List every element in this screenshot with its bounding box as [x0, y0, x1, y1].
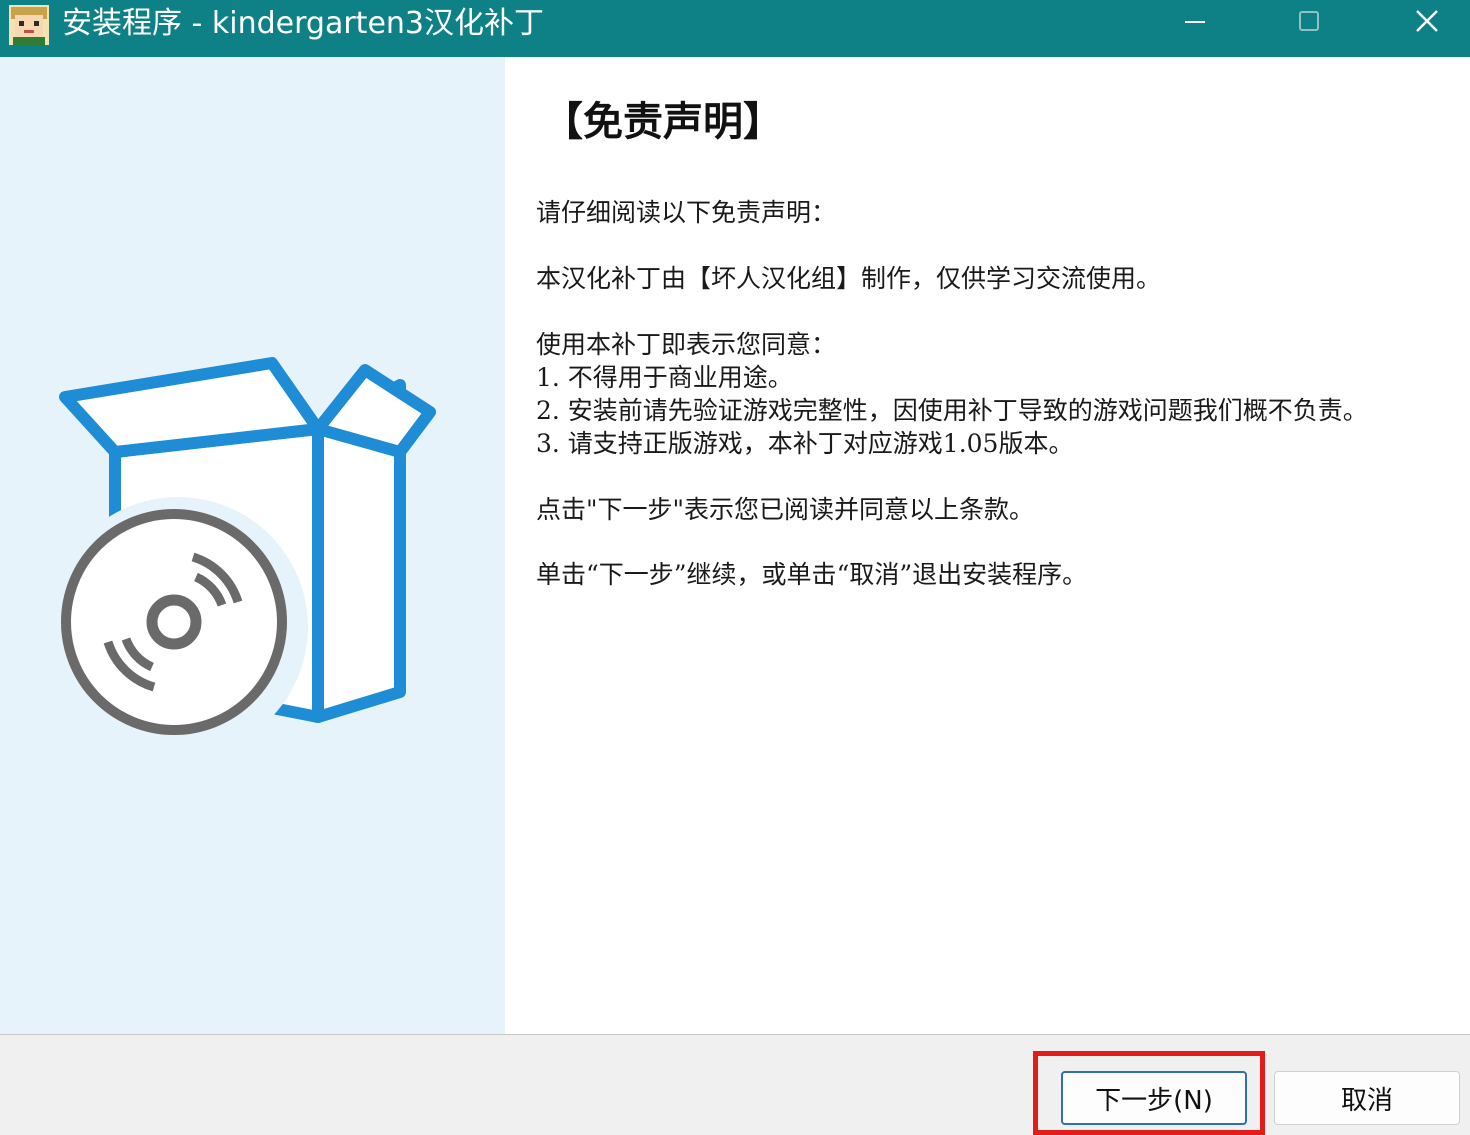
app-icon — [9, 5, 49, 45]
maximize-icon — [1299, 11, 1319, 31]
term-item: 2. 安装前请先验证游戏完整性，因使用补丁导致的游戏问题我们概不负责。 — [536, 396, 1368, 425]
term-item: 1. 不得用于商业用途。 — [536, 363, 793, 392]
close-button[interactable] — [1370, 0, 1470, 45]
term-item: 3. 请支持正版游戏，本补丁对应游戏1.05版本。 — [536, 429, 1074, 458]
close-icon — [1416, 10, 1438, 32]
maximize-button[interactable] — [1252, 0, 1368, 45]
minimize-button[interactable] — [1137, 0, 1253, 45]
intro-text: 请仔细阅读以下免责声明： — [536, 198, 837, 227]
next-button[interactable]: 下一步(N) — [1061, 1071, 1247, 1125]
title-bar[interactable]: 安装程序 - kindergarten3汉化补丁 — [0, 0, 1470, 57]
page-heading: 【免责声明】 — [543, 98, 783, 145]
minimize-icon — [1185, 21, 1205, 23]
installer-window: 安装程序 - kindergarten3汉化补丁 【免责声明】 请仔细阅读以下免… — [0, 0, 1470, 1135]
wizard-banner — [0, 57, 505, 1034]
window-title: 安装程序 - kindergarten3汉化补丁 — [62, 6, 545, 41]
click-next-text: 点击"下一步"表示您已阅读并同意以上条款。 — [536, 495, 1034, 524]
button-bar: 下一步(N) 取消 — [0, 1034, 1470, 1135]
agree-intro-text: 使用本补丁即表示您同意： — [536, 330, 837, 359]
instruction-text: 单击“下一步”继续，或单击“取消”退出安装程序。 — [536, 560, 1088, 589]
cancel-button[interactable]: 取消 — [1274, 1071, 1460, 1125]
credit-text: 本汉化补丁由【坏人汉化组】制作，仅供学习交流使用。 — [536, 264, 1162, 293]
software-box-with-disc-icon — [48, 357, 436, 757]
content-panel: 【免责声明】 请仔细阅读以下免责声明： 本汉化补丁由【坏人汉化组】制作，仅供学习… — [505, 57, 1470, 1034]
